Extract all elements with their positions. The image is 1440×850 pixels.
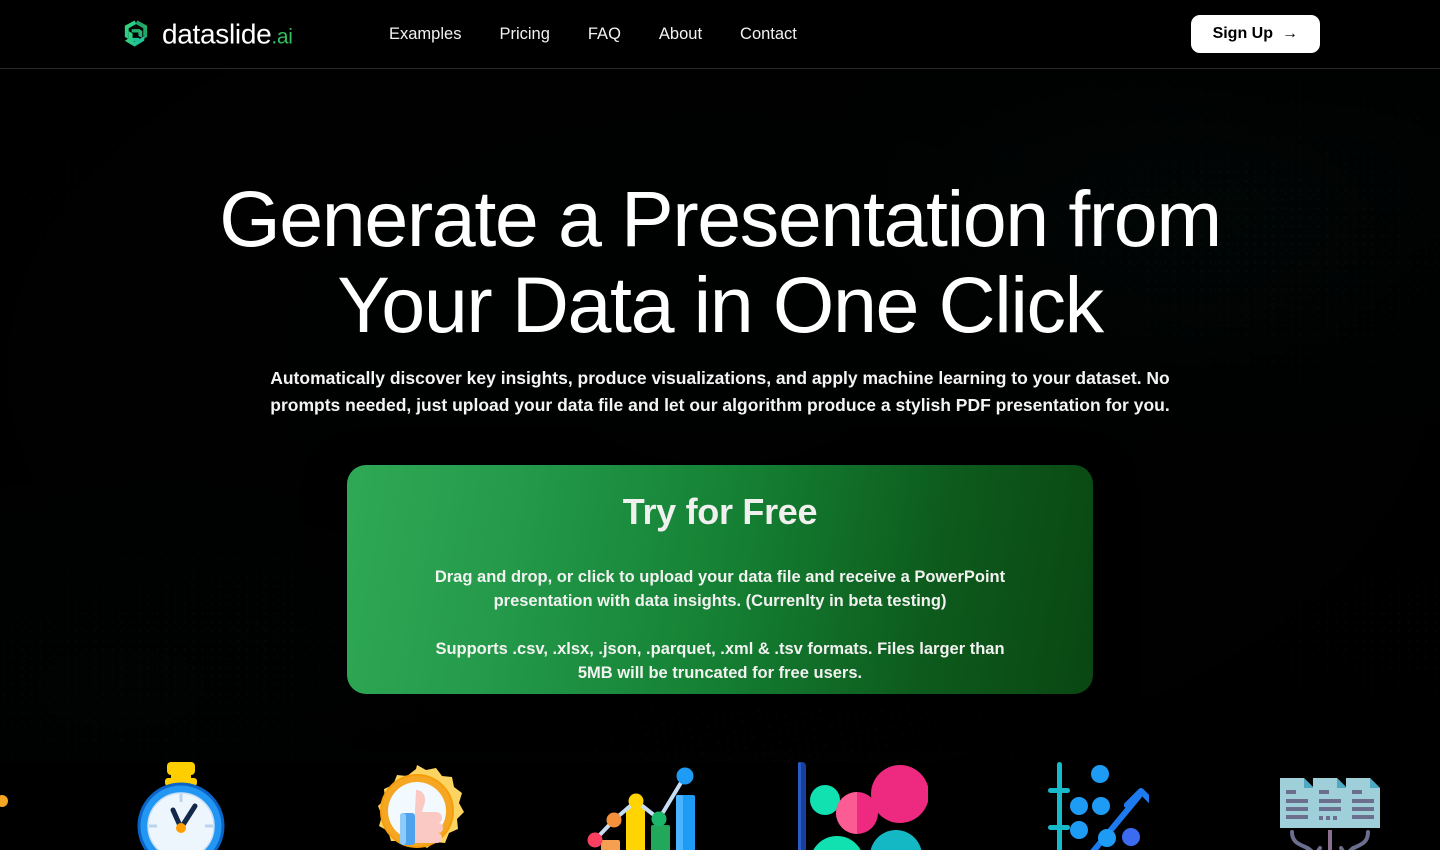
icon-cell-quality-badge xyxy=(352,762,482,850)
headline-line-2: Your Data in One Click xyxy=(337,260,1104,349)
arrow-right-icon: → xyxy=(1282,25,1298,42)
documents-merge-icon xyxy=(1280,778,1380,850)
nav-item-faq[interactable]: FAQ xyxy=(588,26,621,43)
upload-card-title: Try for Free xyxy=(622,491,818,532)
icon-cell-scatter-trend xyxy=(1020,762,1150,850)
upload-card-line-2: Supports .csv, .xlsx, .json, .parquet, .… xyxy=(435,639,1005,682)
stopwatch-icon xyxy=(137,762,225,850)
nav-item-examples[interactable]: Examples xyxy=(389,26,461,43)
headline-line-1: Generate a Presentation from xyxy=(219,174,1222,263)
nav-item-about[interactable]: About xyxy=(659,26,702,43)
icon-cell-bubble-chart xyxy=(790,762,930,850)
scatter-plot-trend-icon xyxy=(1048,762,1149,850)
page-title: Generate a Presentation from Your Data i… xyxy=(0,176,1440,348)
orange-dot-icon xyxy=(0,795,8,807)
upload-card-description: Drag and drop, or click to upload your d… xyxy=(420,565,1020,685)
hexagon-spiral-logo-icon xyxy=(124,20,148,47)
upload-card-line-1: Drag and drop, or click to upload your d… xyxy=(434,567,1006,610)
site-header: dataslide.ai Examples Pricing FAQ About … xyxy=(0,0,1440,69)
bar-line-chart-icon xyxy=(587,767,695,850)
upload-dropzone-card[interactable]: Try for Free Drag and drop, or click to … xyxy=(347,465,1093,694)
bubble-chart-icon xyxy=(797,762,928,850)
icon-cell-stopwatch xyxy=(110,762,250,850)
sign-up-label: Sign Up xyxy=(1212,25,1273,42)
quality-badge-thumbs-up-icon xyxy=(378,765,464,848)
main-nav: Examples Pricing FAQ About Contact xyxy=(389,26,797,43)
hero-section: Generate a Presentation from Your Data i… xyxy=(0,69,1440,762)
sign-up-button[interactable]: Sign Up → xyxy=(1190,15,1320,53)
brand-suffix: .ai xyxy=(271,25,293,48)
hero-subtitle: Automatically discover key insights, pro… xyxy=(270,368,1170,415)
feature-icon-strip xyxy=(0,762,1440,850)
icon-cell-documents-merge xyxy=(1256,762,1396,850)
brand-logo-link[interactable]: dataslide.ai xyxy=(120,19,293,50)
brand-wordmark: dataslide.ai xyxy=(162,20,293,48)
brand-name: dataslide xyxy=(162,18,272,49)
icon-cell-bar-line-chart xyxy=(578,762,708,850)
nav-item-pricing[interactable]: Pricing xyxy=(499,26,549,43)
landing-page: dataslide.ai Examples Pricing FAQ About … xyxy=(0,0,1440,850)
nav-item-contact[interactable]: Contact xyxy=(740,26,797,43)
